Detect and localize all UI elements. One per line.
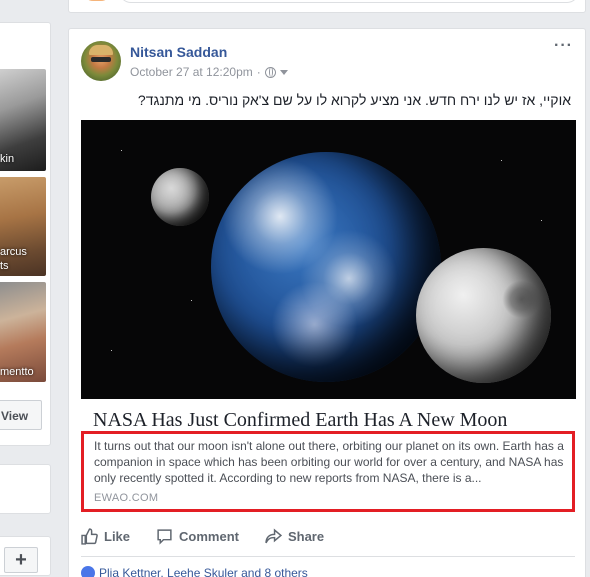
link-image[interactable] [81, 120, 576, 399]
star [121, 150, 122, 151]
divider [81, 556, 575, 557]
highlight-box: It turns out that our moon isn't alone o… [81, 431, 575, 512]
caret-down-icon[interactable] [279, 69, 288, 75]
like-reaction-icon [81, 566, 95, 577]
link-description[interactable]: It turns out that our moon isn't alone o… [94, 438, 564, 486]
share-button[interactable]: Share [265, 528, 324, 545]
large-moon [416, 248, 551, 383]
side-card [0, 464, 51, 514]
composer-input[interactable] [119, 0, 579, 3]
view-button[interactable]: View [0, 400, 42, 430]
composer-card [68, 0, 586, 13]
author-name[interactable]: Nitsan Saddan [130, 44, 227, 60]
friend-name[interactable]: kin [0, 153, 14, 165]
comment-button[interactable]: Comment [156, 528, 239, 545]
post-actions: Like Comment Share [81, 521, 575, 551]
link-domain: EWAO.COM [94, 492, 159, 504]
link-title[interactable]: NASA Has Just Confirmed Earth Has A New … [93, 409, 507, 432]
avatar [83, 0, 111, 1]
star [191, 300, 192, 301]
avatar-glasses [91, 57, 111, 62]
star [501, 160, 502, 161]
friend-name[interactable]: arcus [0, 246, 27, 258]
add-button[interactable]: + [4, 547, 38, 573]
reactions-summary[interactable]: Plia Kettner, Leehe Skuler and 8 others [81, 566, 308, 577]
post-text: אוקיי, אז יש לנו ירח חדש. אני מציע לקרוא… [137, 92, 571, 108]
globe-icon[interactable] [264, 66, 276, 78]
timestamp[interactable]: October 27 at 12:20pm [130, 65, 253, 79]
avatar[interactable] [81, 41, 121, 81]
star [111, 350, 112, 351]
share-label: Share [287, 528, 325, 544]
post-meta: October 27 at 12:20pm · [130, 65, 288, 79]
share-icon [265, 528, 282, 543]
like-button[interactable]: Like [81, 527, 131, 545]
comment-label: Comment [179, 528, 239, 544]
friend-name[interactable]: ts [0, 260, 9, 272]
separator: · [256, 65, 261, 79]
like-label: Like [104, 528, 131, 544]
earth [211, 152, 441, 382]
more-options-icon[interactable]: ··· [554, 37, 573, 55]
thumbs-up-icon [81, 527, 98, 545]
reactions-text: Plia Kettner, Leehe Skuler and 8 others [99, 566, 308, 577]
small-moon [151, 168, 209, 226]
feed-post: Nitsan Saddan October 27 at 12:20pm · ··… [68, 28, 586, 577]
comment-icon [157, 528, 172, 545]
star [541, 220, 542, 221]
avatar-hat [89, 45, 113, 55]
friend-name[interactable]: mentto [0, 366, 34, 378]
